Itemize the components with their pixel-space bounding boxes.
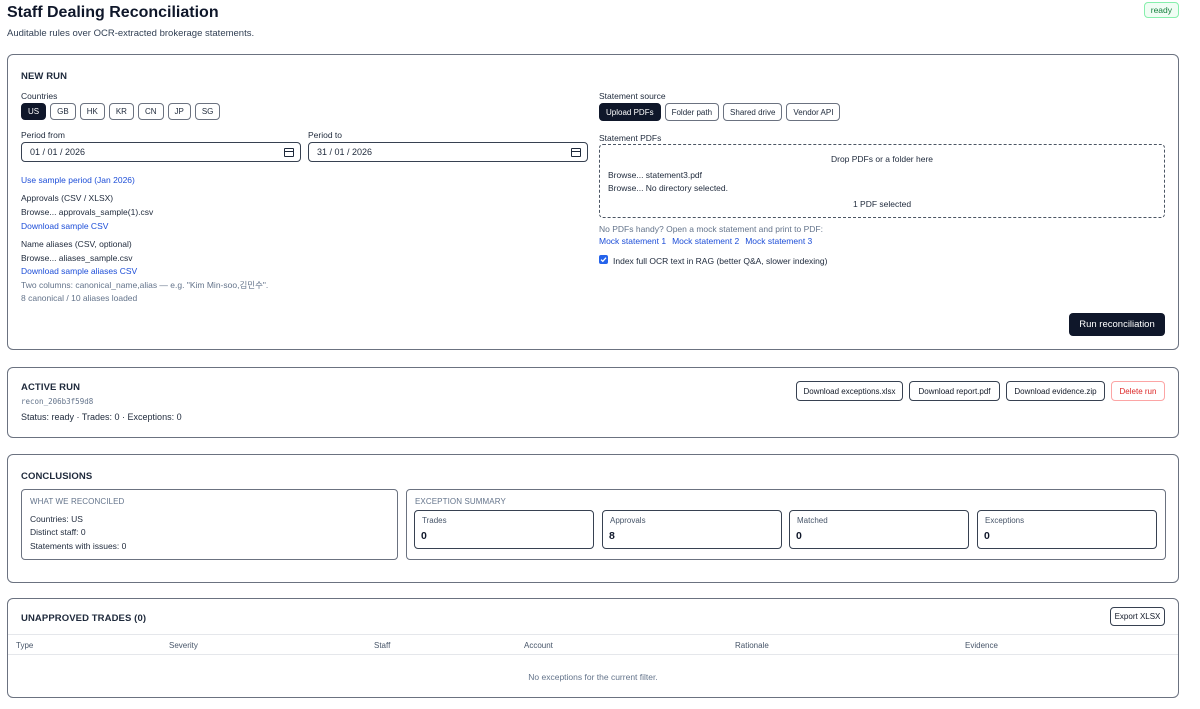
- stat-approvals: Approvals 8: [602, 510, 782, 549]
- new-run-title: NEW RUN: [21, 71, 68, 82]
- stat-matched: Matched 0: [789, 510, 969, 549]
- run-status-line: Status: ready · Trades: 0 · Exceptions: …: [21, 412, 182, 422]
- run-reconciliation-button[interactable]: Run reconciliation: [1069, 313, 1165, 336]
- country-chip-us[interactable]: US: [21, 103, 47, 120]
- period-to-value: 31 / 01 / 2026: [317, 147, 373, 157]
- column-header-severity[interactable]: Severity: [169, 641, 198, 650]
- mock-statement-1-link[interactable]: Mock statement 1: [599, 236, 666, 246]
- unapproved-trades-title: UNAPPROVED TRADES (0): [21, 613, 147, 624]
- statement-source-label: Statement source: [599, 91, 666, 101]
- index-ocr-label: Index full OCR text in RAG (better Q&A, …: [613, 256, 828, 266]
- stat-exceptions-value: 0: [984, 530, 990, 542]
- export-xlsx-button[interactable]: Export XLSX: [1110, 607, 1165, 626]
- period-to-label: Period to: [308, 130, 343, 140]
- aliases-loaded-status: 8 canonical / 10 aliases loaded: [21, 293, 138, 303]
- pdf-file-input[interactable]: Browse... statement3.pdf: [608, 170, 702, 180]
- period-from-input[interactable]: 01 / 01 / 2026: [21, 142, 301, 162]
- active-run-title: ACTIVE RUN: [21, 382, 81, 393]
- download-sample-csv-link[interactable]: Download sample CSV: [21, 221, 108, 231]
- statement-pdfs-label: Statement PDFs: [599, 133, 662, 143]
- download-report-button[interactable]: Download report.pdf: [909, 381, 1000, 401]
- calendar-icon[interactable]: [284, 147, 294, 157]
- country-chip-gb[interactable]: GB: [50, 103, 76, 120]
- approvals-file-input[interactable]: Browse... approvals_sample(1).csv: [21, 207, 153, 217]
- page-header: Staff Dealing Reconciliation Auditable r…: [7, 2, 1179, 42]
- table-empty-message: No exceptions for the current filter.: [528, 672, 658, 682]
- stat-trades-value: 0: [421, 530, 427, 542]
- reconciled-distinct-staff: Distinct staff: 0: [30, 527, 86, 537]
- country-chip-jp[interactable]: JP: [167, 103, 191, 120]
- conclusions-card: CONCLUSIONS WHAT WE RECONCILED Countries…: [7, 454, 1179, 583]
- reconciled-box: WHAT WE RECONCILED Countries: US Distinc…: [21, 489, 398, 560]
- source-upload-pdfs[interactable]: Upload PDFs: [599, 103, 661, 121]
- calendar-icon[interactable]: [571, 147, 581, 157]
- source-shared-drive[interactable]: Shared drive: [723, 103, 783, 121]
- download-exceptions-button[interactable]: Download exceptions.xlsx: [796, 381, 903, 401]
- run-id: recon_206b3f59d8: [21, 397, 94, 406]
- aliases-hint: Two columns: canonical_name,alias — e.g.…: [21, 280, 269, 290]
- country-chip-hk[interactable]: HK: [79, 103, 105, 120]
- period-to-input[interactable]: 31 / 01 / 2026: [308, 142, 588, 162]
- dropzone-text: Drop PDFs or a folder here: [830, 154, 934, 164]
- reconciled-title: WHAT WE RECONCILED: [30, 497, 125, 506]
- delete-run-button[interactable]: Delete run: [1111, 381, 1165, 401]
- stat-approvals-label: Approvals: [610, 516, 646, 525]
- country-chip-sg[interactable]: SG: [194, 103, 221, 120]
- source-chips: Upload PDFs Folder path Shared drive Ven…: [599, 103, 844, 121]
- column-header-type[interactable]: Type: [16, 641, 33, 650]
- download-evidence-button[interactable]: Download evidence.zip: [1006, 381, 1105, 401]
- exception-summary-box: EXCEPTION SUMMARY Trades 0 Approvals 8 M…: [406, 489, 1166, 560]
- pdf-count: 1 PDF selected: [852, 199, 912, 209]
- pdf-dropzone[interactable]: Drop PDFs or a folder here Browse... sta…: [599, 144, 1165, 218]
- index-ocr-checkbox[interactable]: [599, 255, 608, 264]
- stat-matched-value: 0: [796, 530, 802, 542]
- stat-exceptions: Exceptions 0: [977, 510, 1157, 549]
- country-chip-cn[interactable]: CN: [137, 103, 164, 120]
- column-header-rationale[interactable]: Rationale: [735, 641, 769, 650]
- country-chips: US GB HK KR CN JP SG: [21, 103, 224, 120]
- active-run-card: ACTIVE RUN recon_206b3f59d8 Status: read…: [7, 367, 1179, 438]
- reconciled-statements-issues: Statements with issues: 0: [30, 541, 127, 551]
- mock-statement-3-link[interactable]: Mock statement 3: [745, 236, 812, 246]
- aliases-label: Name aliases (CSV, optional): [21, 239, 132, 249]
- approvals-label: Approvals (CSV / XLSX): [21, 193, 114, 203]
- pdf-directory-input[interactable]: Browse... No directory selected.: [608, 183, 728, 193]
- period-from-value: 01 / 01 / 2026: [30, 147, 86, 157]
- download-sample-aliases-link[interactable]: Download sample aliases CSV: [21, 266, 137, 276]
- page-title: Staff Dealing Reconciliation: [7, 4, 219, 21]
- aliases-file-input[interactable]: Browse... aliases_sample.csv: [21, 253, 133, 263]
- countries-label: Countries: [21, 91, 58, 101]
- column-header-staff[interactable]: Staff: [374, 641, 390, 650]
- checkmark-icon: [600, 257, 607, 263]
- stat-exceptions-label: Exceptions: [985, 516, 1025, 525]
- reconciled-countries: Countries: US: [30, 514, 83, 524]
- column-header-evidence[interactable]: Evidence: [965, 641, 998, 650]
- source-vendor-api[interactable]: Vendor API: [786, 103, 841, 121]
- country-chip-kr[interactable]: KR: [108, 103, 134, 120]
- period-from-label: Period from: [21, 130, 65, 140]
- status-badge: ready: [1143, 2, 1179, 18]
- table-header: Type Severity Staff Account Rationale Ev…: [8, 634, 1178, 655]
- mock-statement-hint: No PDFs handy? Open a mock statement and…: [599, 224, 823, 234]
- conclusions-title: CONCLUSIONS: [21, 471, 93, 482]
- stat-approvals-value: 8: [609, 530, 615, 542]
- new-run-card: NEW RUN Countries US GB HK KR CN JP SG P…: [7, 54, 1179, 350]
- exception-summary-title: EXCEPTION SUMMARY: [415, 497, 506, 506]
- mock-statement-2-link[interactable]: Mock statement 2: [672, 236, 739, 246]
- source-folder-path[interactable]: Folder path: [664, 103, 720, 121]
- sample-period-link[interactable]: Use sample period (Jan 2026): [21, 175, 135, 185]
- mock-links: Mock statement 1 Mock statement 2 Mock s…: [599, 236, 812, 246]
- page-subtitle: Auditable rules over OCR-extracted broke…: [7, 28, 255, 39]
- column-header-account[interactable]: Account: [524, 641, 553, 650]
- stat-trades: Trades 0: [414, 510, 594, 549]
- stat-trades-label: Trades: [422, 516, 447, 525]
- unapproved-trades-card: UNAPPROVED TRADES (0) Export XLSX Type S…: [7, 598, 1179, 698]
- stat-matched-label: Matched: [797, 516, 828, 525]
